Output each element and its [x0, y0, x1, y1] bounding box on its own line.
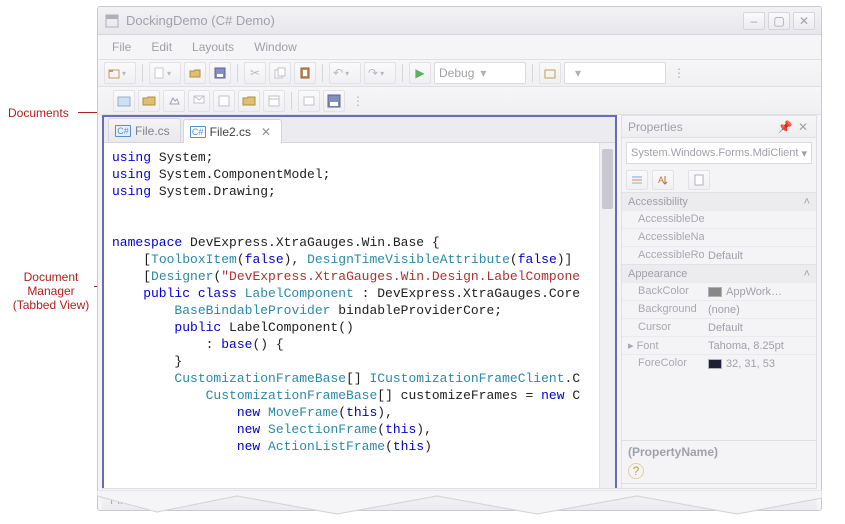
properties-page-button[interactable] [688, 170, 710, 190]
titlebar: DockingDemo (C# Demo) ‒ ▢ ✕ [98, 7, 821, 35]
cut-button[interactable]: ✂ [244, 62, 266, 84]
tool-btn-8[interactable] [298, 90, 320, 112]
menu-window[interactable]: Window [246, 38, 305, 56]
code-content: using System; using System.ComponentMode… [112, 149, 597, 490]
code-editor[interactable]: using System; using System.ComponentMode… [104, 143, 615, 508]
toolbar-separator [142, 64, 143, 82]
maximize-button[interactable]: ▢ [768, 12, 790, 30]
property-name-label: (PropertyName) [628, 445, 810, 459]
alphabetical-button[interactable]: A [652, 170, 674, 190]
toolbar-main: ▾ ▾ ✂ ↶▾ ↷▾ ▶ Debug▾ ▾ ⋮ [98, 59, 821, 87]
tool-btn-1[interactable] [113, 90, 135, 112]
document-tab-file-cs[interactable]: C# File.cs [108, 118, 181, 142]
pin-icon[interactable]: 📌 [778, 120, 792, 134]
start-button[interactable]: ▶ [409, 62, 431, 84]
annotation-docmgr-line2: (Tabbed View) [5, 298, 97, 312]
toolbar-separator [237, 64, 238, 82]
toolbar-separator [291, 92, 292, 110]
csharp-file-icon: C# [115, 125, 131, 137]
collapse-icon: ˄ [804, 268, 810, 280]
combo-text: System.Windows.Forms.MdiClient [631, 147, 798, 159]
tab-label: File2.cs [210, 125, 251, 139]
property-description: (PropertyName) ? [622, 440, 816, 483]
properties-panel: Properties 📌 ✕ System.Windows.Forms.MdiC… [621, 115, 817, 510]
torn-edge [97, 490, 822, 518]
property-row[interactable]: AccessibleDe [622, 210, 816, 228]
vertical-scrollbar[interactable] [599, 143, 615, 490]
color-swatch [708, 287, 722, 297]
property-category[interactable]: Appearance˄ [622, 264, 816, 282]
scrollbar-thumb[interactable] [602, 149, 613, 209]
tool-btn-2[interactable] [138, 90, 160, 112]
annotation-docmgr-line1: Document Manager [5, 270, 97, 298]
property-row[interactable]: AccessibleNa [622, 228, 816, 246]
window: DockingDemo (C# Demo) ‒ ▢ ✕ File Edit La… [97, 6, 822, 511]
help-icon: ? [628, 463, 644, 479]
property-row[interactable]: AccessibleRoDefault [622, 246, 816, 264]
window-title: DockingDemo (C# Demo) [126, 13, 740, 28]
categorized-button[interactable] [626, 170, 648, 190]
close-button[interactable]: ✕ [793, 12, 815, 30]
new-project-button[interactable]: ▾ [104, 62, 136, 84]
find-button[interactable] [539, 62, 561, 84]
menubar: File Edit Layouts Window [98, 35, 821, 59]
toolbar-overflow-icon[interactable]: ⋮ [673, 66, 685, 80]
copy-button[interactable] [269, 62, 291, 84]
tool-btn-9[interactable] [323, 90, 345, 112]
undo-button[interactable]: ↶▾ [329, 62, 361, 84]
toolbar-separator [322, 64, 323, 82]
client-area: C# File.cs C# File2.cs ✕ using System; u… [98, 115, 821, 510]
property-row[interactable]: BackColorAppWork… [622, 282, 816, 300]
tool-btn-3[interactable] [163, 90, 185, 112]
menu-file[interactable]: File [104, 38, 139, 56]
properties-toolbar: A [622, 168, 816, 192]
svg-text:A: A [658, 175, 664, 185]
save-button[interactable] [209, 62, 231, 84]
document-tabs: C# File.cs C# File2.cs ✕ [104, 117, 615, 143]
minimize-button[interactable]: ‒ [743, 12, 765, 30]
find-combo[interactable]: ▾ [564, 62, 666, 84]
redo-button[interactable]: ↷▾ [364, 62, 396, 84]
collapse-icon: ˄ [804, 196, 810, 208]
toolbar-separator [532, 64, 533, 82]
open-button[interactable] [184, 62, 206, 84]
tab-close-icon[interactable]: ✕ [261, 125, 271, 139]
document-manager: C# File.cs C# File2.cs ✕ using System; u… [102, 115, 617, 510]
property-row[interactable]: Background(none) [622, 300, 816, 318]
annotation-docmgr: Document Manager (Tabbed View) [5, 270, 97, 312]
tool-btn-4[interactable] [188, 90, 210, 112]
app-icon [104, 13, 120, 29]
color-swatch [708, 359, 722, 369]
add-item-button[interactable]: ▾ [149, 62, 181, 84]
tool-btn-7[interactable] [263, 90, 285, 112]
property-category[interactable]: Accessibility˄ [622, 192, 816, 210]
properties-title: Properties [628, 120, 683, 134]
property-row[interactable]: CursorDefault [622, 318, 816, 336]
close-icon[interactable]: ✕ [796, 120, 810, 134]
toolbar-overflow-icon[interactable]: ⋮ [352, 94, 364, 108]
property-row[interactable]: ▸ FontTahoma, 8.25pt [622, 336, 816, 354]
properties-object-combo[interactable]: System.Windows.Forms.MdiClient ▾ [626, 142, 812, 164]
document-tab-file2-cs[interactable]: C# File2.cs ✕ [183, 119, 282, 143]
menu-layouts[interactable]: Layouts [184, 38, 242, 56]
tool-btn-5[interactable] [213, 90, 235, 112]
toolbar-separator [402, 64, 403, 82]
toolbar-secondary: ⋮ [98, 87, 821, 115]
properties-header: Properties 📌 ✕ [622, 116, 816, 138]
chevron-down-icon: ▾ [801, 147, 807, 160]
paste-button[interactable] [294, 62, 316, 84]
csharp-file-icon: C# [190, 126, 206, 138]
property-grid: Accessibility˄ AccessibleDe AccessibleNa… [622, 192, 816, 440]
tool-btn-6[interactable] [238, 90, 260, 112]
property-row[interactable]: ForeColor32, 31, 53 [622, 354, 816, 372]
annotation-documents: Documents [8, 106, 69, 120]
config-combo[interactable]: Debug▾ [434, 62, 526, 84]
tab-label: File.cs [135, 124, 170, 138]
menu-edit[interactable]: Edit [143, 38, 180, 56]
